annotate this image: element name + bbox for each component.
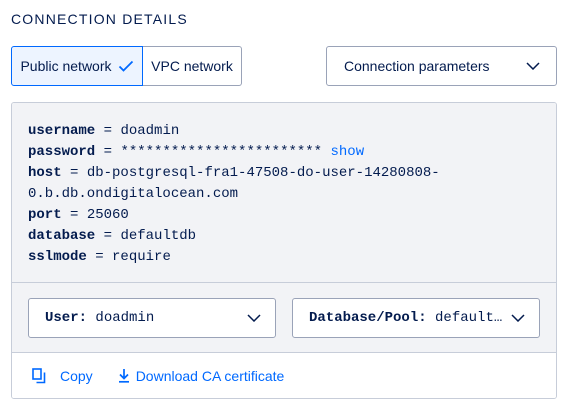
user-select-label: User: (45, 310, 88, 326)
database-pool-value: default… (435, 310, 503, 326)
host-line-continued: 0.b.db.ondigitalocean.com (28, 184, 540, 205)
download-ca-certificate-button[interactable]: Download CA certificate (118, 367, 285, 384)
host-value-part2: 0.b.db.ondigitalocean.com (28, 186, 239, 202)
check-icon (118, 60, 133, 72)
connection-panel: username = doadmin password = **********… (11, 102, 557, 399)
connection-parameters-value: Connection parameters (344, 58, 490, 74)
password-line: password = ************************ show (28, 144, 365, 160)
sslmode-key: sslmode (28, 249, 87, 265)
connection-string-block: username = doadmin password = **********… (12, 103, 556, 283)
public-network-label: Public network (20, 58, 112, 74)
username-key: username (28, 123, 96, 139)
connection-parameters-select[interactable]: Connection parameters (326, 46, 557, 86)
chevron-down-icon (526, 62, 540, 70)
database-line: database = defaultdb (28, 228, 197, 244)
user-select[interactable]: User: doadmin (28, 298, 276, 338)
host-value-part1: db-postgresql-fra1-47508-do-user-1428080… (86, 165, 440, 181)
show-password-link[interactable]: show (330, 144, 364, 160)
database-key: database (28, 228, 96, 244)
port-line: port = 25060 (28, 207, 129, 223)
copy-label: Copy (60, 367, 93, 384)
download-ca-label: Download CA certificate (135, 367, 285, 384)
port-key: port (28, 207, 62, 223)
user-select-value: doadmin (95, 310, 155, 326)
copy-button[interactable]: Copy (32, 368, 93, 384)
database-pool-label: Database/Pool: (309, 310, 427, 326)
sslmode-line: sslmode = require (28, 249, 171, 265)
vpc-network-button[interactable]: VPC network (143, 46, 242, 86)
vpc-network-label: VPC network (151, 58, 233, 74)
database-pool-select[interactable]: Database/Pool: default… (292, 298, 540, 338)
username-value: doadmin (120, 123, 180, 139)
password-value: ************************ (120, 144, 323, 160)
download-icon (118, 369, 129, 383)
username-line: username = doadmin (28, 123, 180, 139)
public-network-button[interactable]: Public network (11, 46, 143, 86)
copy-icon (32, 367, 46, 383)
sslmode-value: require (112, 249, 171, 265)
actions-row: Copy Download CA certificate (12, 353, 556, 398)
host-key: host (28, 165, 62, 181)
chevron-down-icon (247, 314, 261, 322)
host-line: host = db-postgresql-fra1-47508-do-user-… (28, 165, 440, 181)
section-title: CONNECTION DETAILS (11, 11, 188, 27)
chevron-down-icon (511, 314, 525, 322)
database-value: defaultdb (120, 228, 197, 244)
selects-row: User: doadmin Database/Pool: default… (12, 283, 556, 353)
password-key: password (28, 144, 96, 160)
port-value: 25060 (86, 207, 129, 223)
network-toggle: Public network VPC network (11, 46, 242, 86)
